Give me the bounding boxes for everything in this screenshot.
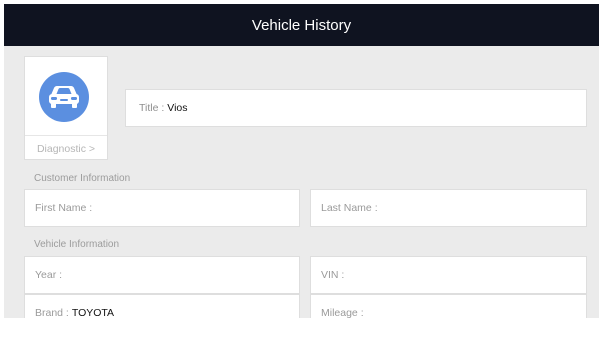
brand-value: TOYOTA (71, 307, 115, 318)
app-header: Vehicle History (4, 4, 599, 46)
year-field[interactable]: Year : (24, 256, 300, 294)
brand-label: Brand : (35, 307, 69, 318)
page-title: Vehicle History (251, 16, 352, 34)
brand-field[interactable]: Brand : TOYOTA (24, 294, 300, 318)
first-name-label: First Name : (35, 202, 93, 214)
year-label: Year : (35, 269, 63, 281)
first-name-field[interactable]: First Name : (24, 189, 300, 227)
vin-field[interactable]: VIN : (310, 256, 587, 294)
title-field[interactable]: Title : Vios (125, 89, 587, 127)
vehicle-information-heading: Vehicle Information (34, 239, 120, 250)
last-name-field[interactable]: Last Name : (310, 189, 587, 227)
customer-information-heading: Customer Information (34, 173, 131, 184)
diagnostic-link[interactable]: Diagnostic > (25, 143, 107, 155)
vin-label: VIN : (321, 269, 345, 281)
vehicle-history-content[interactable]: Diagnostic > Title : Vios Customer Infor… (4, 46, 599, 318)
mileage-field[interactable]: Mileage : (310, 294, 587, 318)
title-label: Title : (139, 102, 165, 114)
card-divider (25, 135, 107, 136)
vehicle-card[interactable]: Diagnostic > (24, 56, 108, 160)
car-icon (39, 72, 89, 122)
mileage-label: Mileage : (321, 307, 364, 318)
title-value: Vios (167, 102, 188, 114)
last-name-label: Last Name : (321, 202, 378, 214)
